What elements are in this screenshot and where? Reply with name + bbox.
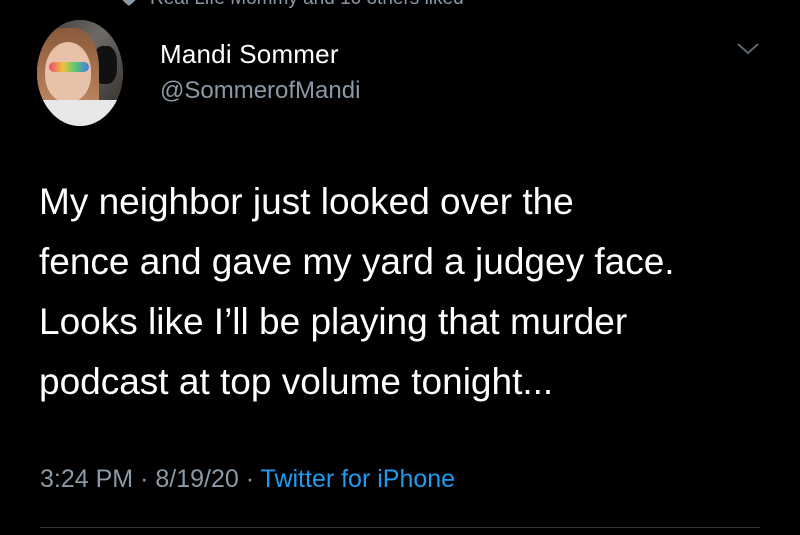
avatar-glasses: [49, 62, 89, 72]
tweet-source-link[interactable]: Twitter for iPhone: [261, 465, 456, 493]
chevron-down-icon[interactable]: [735, 40, 761, 58]
tweet-date[interactable]: 8/19/20: [155, 465, 238, 493]
avatar[interactable]: [37, 20, 123, 126]
meta-separator: ·: [245, 465, 255, 493]
meta-separator: ·: [140, 465, 149, 493]
tweet-text-line: My neighbor just looked over the: [39, 181, 574, 222]
divider: [40, 527, 760, 528]
tweet-text-line: Looks like I’ll be playing that murder: [39, 301, 628, 342]
tweet-time[interactable]: 3:24 PM: [40, 465, 133, 493]
tweet-text-line: fence and gave my yard a judgey face.: [39, 241, 675, 282]
heart-icon: [122, 0, 136, 6]
author-display-name[interactable]: Mandi Sommer: [160, 39, 339, 70]
tweet-text: My neighbor just looked over the fence a…: [39, 172, 779, 412]
social-context[interactable]: Real Life Mommy and 10 others liked: [120, 0, 464, 10]
tweet-text-line: podcast at top volume tonight...: [39, 361, 554, 402]
social-context-text: Real Life Mommy and 10 others liked: [150, 0, 464, 10]
tweet-meta: 3:24 PM · 8/19/20 · Twitter for iPhone: [40, 465, 455, 494]
author-handle[interactable]: @SommerofMandi: [160, 77, 360, 105]
avatar-shirt: [37, 100, 123, 126]
avatar-face: [45, 42, 91, 102]
